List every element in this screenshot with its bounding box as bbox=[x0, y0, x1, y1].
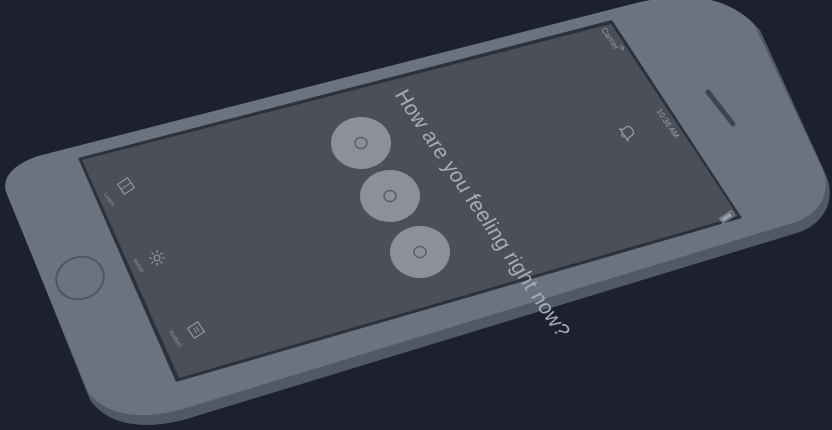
mood-sad-button[interactable] bbox=[331, 117, 391, 169]
mood-neutral-button[interactable] bbox=[360, 170, 420, 222]
phone-device bbox=[5, 0, 830, 425]
stage: How are you feeling right now? Carrier 1… bbox=[0, 0, 832, 430]
mood-happy-button[interactable] bbox=[390, 226, 450, 278]
